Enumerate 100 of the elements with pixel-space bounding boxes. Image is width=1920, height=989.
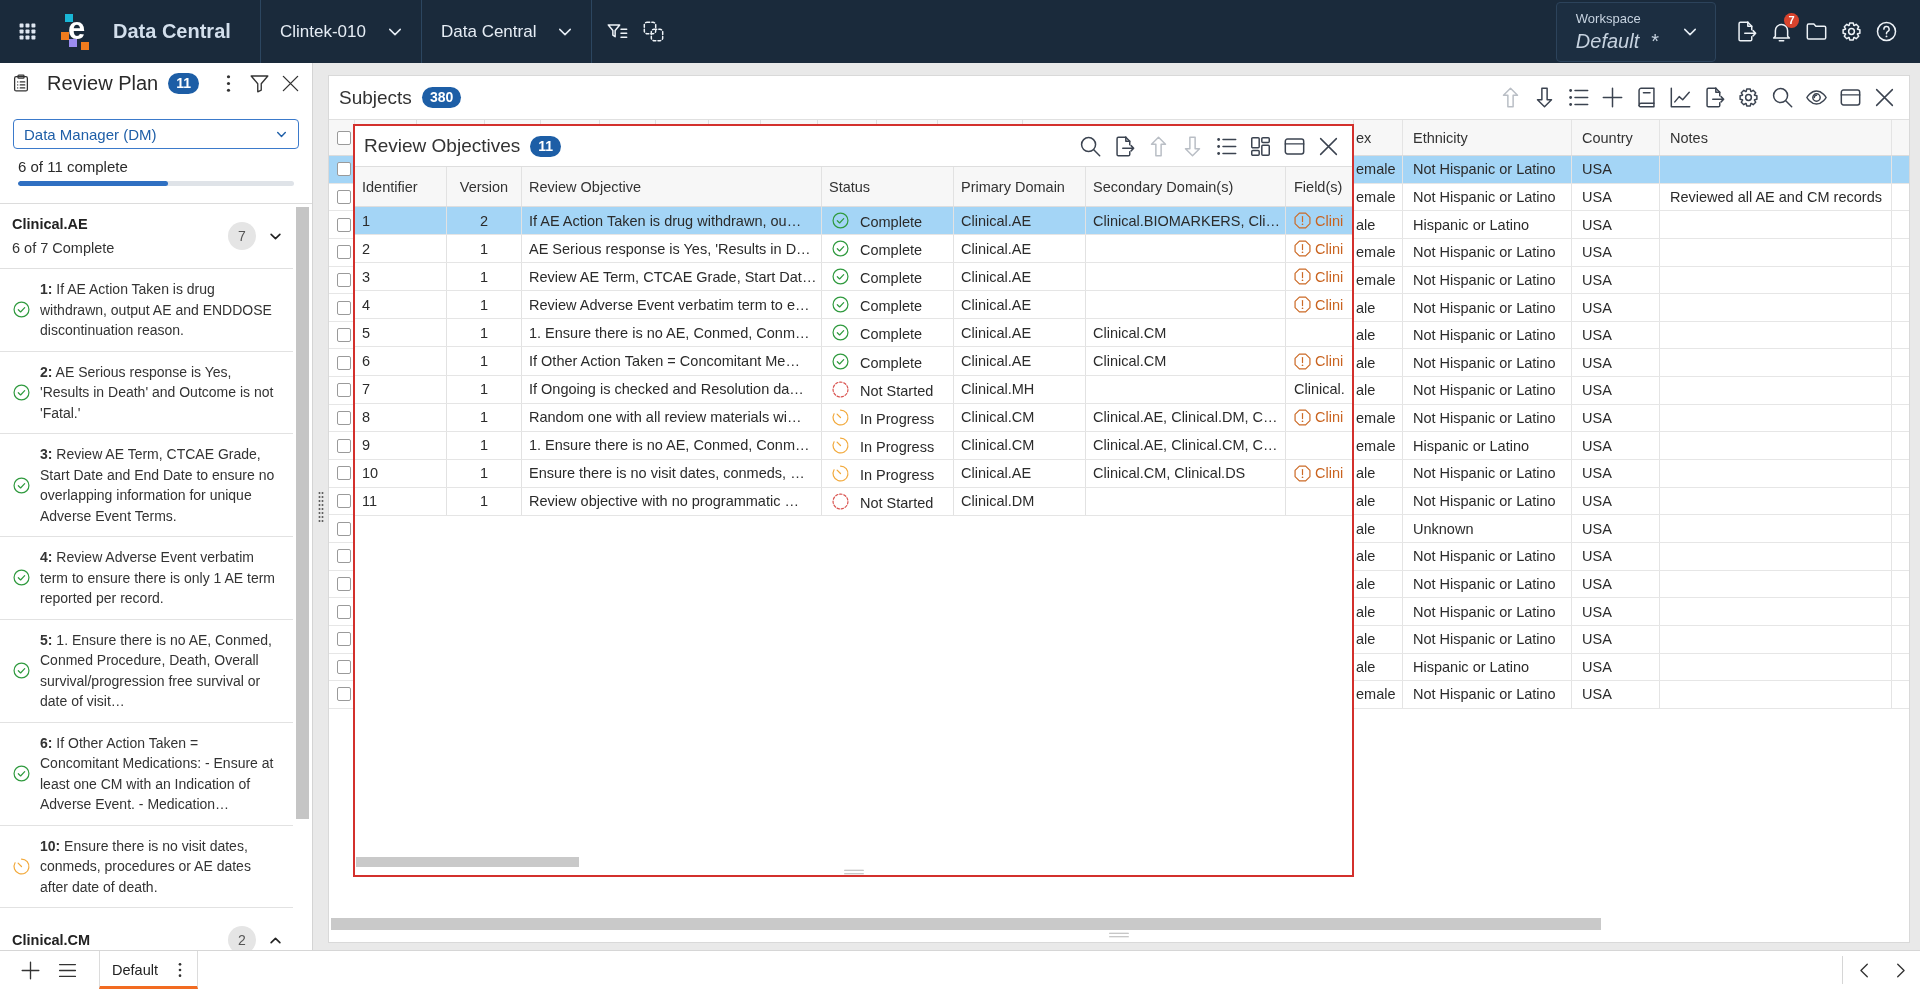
checkbox[interactable] <box>337 272 351 287</box>
column-header[interactable]: Primary Domain <box>954 167 1086 206</box>
workspace-tab[interactable]: Default <box>99 951 198 989</box>
close-icon[interactable] <box>281 73 300 93</box>
export-icon[interactable] <box>1114 135 1135 157</box>
role-dropdown[interactable]: Data Manager (DM) <box>13 119 299 149</box>
table-cell: USA <box>1582 575 1612 592</box>
workspace-selector[interactable]: Workspace Default * <box>1555 1 1716 62</box>
column-header[interactable]: Review Objective <box>522 167 822 206</box>
checkbox[interactable] <box>337 604 351 619</box>
resize-handle[interactable] <box>1108 932 1130 938</box>
objective-list-item[interactable]: 6: If Other Action Taken = Concomitant Medications: - Ensure at least one CM with an Indication of Adverse Event. - Medication… <box>0 722 293 826</box>
checkbox[interactable] <box>337 383 351 398</box>
filter-icon[interactable] <box>250 73 269 93</box>
column-header[interactable]: Identifier <box>355 167 447 206</box>
checkbox[interactable] <box>337 576 351 591</box>
eye-icon[interactable] <box>1806 87 1827 108</box>
scrollbar-thumb[interactable] <box>331 918 1601 930</box>
layout-icon[interactable] <box>1250 135 1271 157</box>
column-header[interactable]: Country <box>1572 120 1660 155</box>
table-cell: ale <box>1356 327 1376 344</box>
window-icon[interactable] <box>1284 135 1305 157</box>
table-cell: Review Adverse Event verbatim term to e… <box>529 296 810 313</box>
objective-list-item[interactable]: 4: Review Adverse Event verbatim term to ensure there is only 1 AE term reported per record. <box>0 537 293 620</box>
column-header[interactable]: Version <box>447 167 522 206</box>
checkbox[interactable] <box>337 466 351 481</box>
arrow-down-icon[interactable] <box>1534 87 1555 108</box>
objective-list-item[interactable]: 1: If AE Action Taken is drug withdrawn, output AE and ENDDOSE discontinuation reason. <box>0 269 293 352</box>
objective-list-item[interactable]: 2: AE Serious response is Yes, 'Results in Death' and Outcome is not 'Fatal.' <box>0 351 293 434</box>
list-icon[interactable] <box>1568 87 1589 108</box>
column-header[interactable]: Notes <box>1660 120 1892 155</box>
table-row[interactable]: 4 1 Review Adverse Event verbatim term to e… Complete Clinical.AE Clini <box>355 291 1352 320</box>
column-header[interactable]: Field(s) <box>1286 167 1352 206</box>
table-cell: 1 <box>479 268 489 285</box>
column-header[interactable]: Status <box>822 167 954 206</box>
table-cell: 1 <box>479 324 489 341</box>
checkbox[interactable] <box>337 245 351 260</box>
table-row[interactable]: 11 1 Review objective with no programmatic … Not Started Clinical.DM <box>355 487 1352 517</box>
export-icon[interactable] <box>1704 87 1725 108</box>
checkbox[interactable] <box>337 189 351 204</box>
export-icon[interactable] <box>1736 21 1757 42</box>
table-cell: 1 <box>479 465 489 482</box>
table-row[interactable]: 10 1 Ensure there is no visit dates, conmeds, … In Progress Clinical.AE Clinical.CM, Clinical.DS Clini <box>355 459 1352 488</box>
table-row[interactable]: 1 2 If AE Action Taken is drug withdrawn, ou… Complete Clinical.AE Clinical.BIOMARKERS, Cli… Clini <box>355 207 1352 236</box>
table-row[interactable]: 7 1 If Ongoing is checked and Resolution da… Not Started Clinical.MH Clinical. <box>355 375 1352 404</box>
table-row[interactable]: 6 1 If Other Action Taken = Concomitant Me… Complete Clinical.AE Clinical.CM Clini <box>355 347 1352 376</box>
table-row[interactable]: 5 1 1. Ensure there is no AE, Conmed, Conm… Complete Clinical.AE Clinical.CM <box>355 319 1352 348</box>
checkbox[interactable] <box>337 130 351 145</box>
search-icon[interactable] <box>1080 135 1101 157</box>
checkbox[interactable] <box>337 411 351 426</box>
scrollbar-thumb[interactable] <box>356 857 579 867</box>
table-cell: Clinical.CM <box>961 409 1035 426</box>
table-cell: ale <box>1356 603 1376 620</box>
help-icon[interactable] <box>1876 21 1897 42</box>
checkbox[interactable] <box>337 659 351 674</box>
checkbox[interactable] <box>337 549 351 564</box>
plus-icon[interactable] <box>1602 87 1623 108</box>
close-icon[interactable] <box>1874 87 1895 108</box>
objective-list-item[interactable]: 10: Ensure there is no visit dates, conmeds, procedures or AE dates after date of death. <box>0 825 293 908</box>
table-cell: USA <box>1582 437 1612 454</box>
table-row[interactable]: emale Not Hispanic or Latino USA <box>1354 156 1909 183</box>
dropdown-selector[interactable]: Clintek-010 <box>261 0 421 63</box>
folder-icon[interactable] <box>1806 21 1827 42</box>
table-cell: Not Hispanic or Latino <box>1413 548 1556 565</box>
scrollbar-thumb[interactable] <box>296 207 309 819</box>
checkbox[interactable] <box>337 438 351 453</box>
table-row[interactable]: 8 1 Random one with all review materials wi… In Progress Clinical.CM Clinical.AE, Clinical.DM, C… Clini <box>355 403 1352 432</box>
checkbox[interactable] <box>337 632 351 647</box>
column-header[interactable]: Secondary Domain(s) <box>1086 167 1286 206</box>
list-icon[interactable] <box>1216 135 1237 157</box>
checkbox[interactable] <box>337 494 351 508</box>
dashed-squares-icon[interactable] <box>643 21 665 42</box>
checkbox[interactable] <box>337 328 351 343</box>
window-icon[interactable] <box>1840 87 1861 108</box>
checkbox[interactable] <box>337 355 351 370</box>
table-cell: emale <box>1356 437 1396 454</box>
objective-list-item[interactable]: 5: 1. Ensure there is no AE, Conmed, Conmed Procedure, Death, Overall survival/progression free survival or date of visit… <box>0 619 293 723</box>
table-row[interactable]: 2 1 AE Serious response is Yes, 'Results in D… Complete Clinical.AE Clini <box>355 235 1352 264</box>
table-row[interactable]: 9 1 1. Ensure there is no AE, Conmed, Conm… In Progress Clinical.CM Clinical.AE, Clinical.CM, C… <box>355 431 1352 460</box>
plus-icon[interactable] <box>21 960 40 980</box>
settings-icon[interactable] <box>1738 87 1759 108</box>
checkbox[interactable] <box>337 521 351 536</box>
splitter-handle[interactable] <box>317 490 324 523</box>
checkbox[interactable] <box>337 217 351 232</box>
table-cell: USA <box>1582 244 1612 261</box>
table-cell: Clini <box>1315 240 1344 257</box>
checkbox[interactable] <box>337 687 351 702</box>
checkbox[interactable] <box>337 300 351 315</box>
resize-handle[interactable] <box>842 869 865 875</box>
close-icon[interactable] <box>1318 135 1339 157</box>
table-row[interactable]: 3 1 Review AE Term, CTCAE Grade, Start Dat… Complete Clinical.AE Clini <box>355 263 1352 292</box>
search-icon[interactable] <box>1772 87 1793 108</box>
checkbox[interactable] <box>337 162 351 177</box>
table-cell: Clinical.AE <box>961 324 1032 341</box>
line-chart-icon[interactable] <box>1670 87 1691 108</box>
apps-grid-icon[interactable] <box>17 22 37 41</box>
dropdown-selector[interactable]: Data Central <box>422 0 592 63</box>
objective-list-item[interactable]: 3: Review AE Term, CTCAE Grade, Start Date and End Date to ensure no overlapping information for unique Adverse Event Terms. <box>0 434 293 537</box>
column-header[interactable]: Ethnicity <box>1403 120 1572 155</box>
book-icon[interactable] <box>1636 87 1657 108</box>
